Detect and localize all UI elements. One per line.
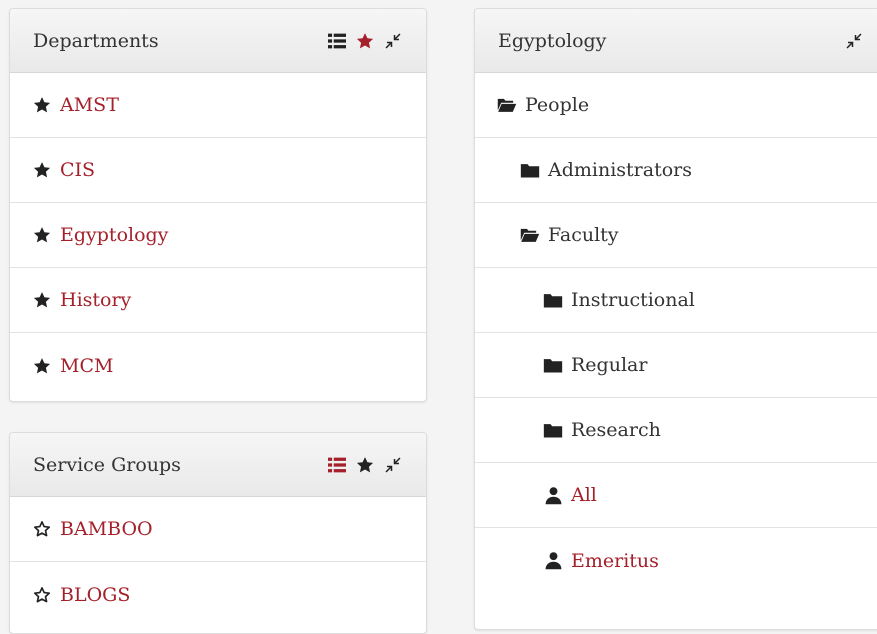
folder-icon xyxy=(543,420,563,440)
list-icon[interactable] xyxy=(326,30,348,52)
service-groups-list: BAMBOO BLOGS xyxy=(10,497,426,627)
collapse-icon[interactable] xyxy=(843,30,865,52)
star-filled-icon[interactable] xyxy=(32,290,52,310)
department-link[interactable]: Egyptology xyxy=(60,224,168,246)
folder-open-icon xyxy=(497,95,517,115)
tree-item-label[interactable]: Research xyxy=(571,419,661,441)
egyptology-title: Egyptology xyxy=(498,29,607,52)
service-groups-header-icons xyxy=(326,433,404,497)
folder-icon xyxy=(543,290,563,310)
tree-item-research[interactable]: Research xyxy=(475,398,877,463)
department-link[interactable]: History xyxy=(60,289,131,311)
department-item-cis[interactable]: CIS xyxy=(10,138,426,203)
department-item-history[interactable]: History xyxy=(10,268,426,333)
star-filled-icon[interactable] xyxy=(32,225,52,245)
folder-icon xyxy=(520,160,540,180)
department-link[interactable]: CIS xyxy=(60,159,95,181)
tree-item-label[interactable]: Faculty xyxy=(548,224,619,246)
star-filled-icon[interactable] xyxy=(32,160,52,180)
service-group-link[interactable]: BAMBOO xyxy=(60,518,153,540)
tree-item-emeritus[interactable]: Emeritus xyxy=(475,528,877,593)
service-group-item-bamboo[interactable]: BAMBOO xyxy=(10,497,426,562)
list-icon[interactable] xyxy=(326,454,348,476)
tree-item-all[interactable]: All xyxy=(475,463,877,528)
service-group-link[interactable]: BLOGS xyxy=(60,584,130,606)
folder-open-icon xyxy=(520,225,540,245)
tree-item-people[interactable]: People xyxy=(475,73,877,138)
tree-item-administrators[interactable]: Administrators xyxy=(475,138,877,203)
egyptology-panel: Egyptology People Administrators Faculty… xyxy=(474,8,877,630)
tree-item-label[interactable]: Administrators xyxy=(548,159,692,181)
tree-item-link[interactable]: Emeritus xyxy=(571,550,659,572)
tree-item-label[interactable]: People xyxy=(525,94,589,116)
departments-header-icons xyxy=(326,9,404,73)
department-item-amst[interactable]: AMST xyxy=(10,73,426,138)
departments-title: Departments xyxy=(33,29,159,52)
tree-item-link[interactable]: All xyxy=(571,484,597,506)
egyptology-header-icons xyxy=(843,9,865,73)
tree-item-instructional[interactable]: Instructional xyxy=(475,268,877,333)
tree-item-faculty[interactable]: Faculty xyxy=(475,203,877,268)
tree-item-regular[interactable]: Regular xyxy=(475,333,877,398)
service-group-item-blogs[interactable]: BLOGS xyxy=(10,562,426,627)
department-link[interactable]: MCM xyxy=(60,355,113,377)
star-filled-icon[interactable] xyxy=(32,95,52,115)
star-icon[interactable] xyxy=(354,30,376,52)
department-link[interactable]: AMST xyxy=(60,94,119,116)
service-groups-title: Service Groups xyxy=(33,453,181,476)
user-icon xyxy=(543,485,563,505)
service-groups-header: Service Groups xyxy=(10,433,426,497)
departments-panel: Departments AMST CIS Egyptology History … xyxy=(9,8,427,402)
star-outline-icon[interactable] xyxy=(32,519,52,539)
departments-list: AMST CIS Egyptology History MCM xyxy=(10,73,426,398)
department-item-mcm[interactable]: MCM xyxy=(10,333,426,398)
tree-item-label[interactable]: Regular xyxy=(571,354,647,376)
star-outline-icon[interactable] xyxy=(32,585,52,605)
collapse-icon[interactable] xyxy=(382,454,404,476)
department-item-egyptology[interactable]: Egyptology xyxy=(10,203,426,268)
collapse-icon[interactable] xyxy=(382,30,404,52)
service-groups-panel: Service Groups BAMBOO BLOGS xyxy=(9,432,427,634)
departments-header: Departments xyxy=(10,9,426,73)
star-icon[interactable] xyxy=(354,454,376,476)
user-icon xyxy=(543,551,563,571)
tree-item-label[interactable]: Instructional xyxy=(571,289,695,311)
folder-icon xyxy=(543,355,563,375)
star-filled-icon[interactable] xyxy=(32,356,52,376)
egyptology-header: Egyptology xyxy=(475,9,877,73)
egyptology-tree: People Administrators Faculty Instructio… xyxy=(475,73,877,593)
